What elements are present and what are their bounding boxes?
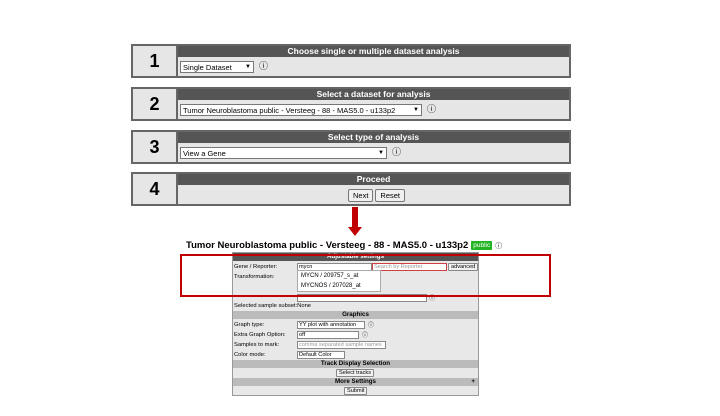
- extra-graph-option-select[interactable]: off: [297, 331, 359, 339]
- info-icon[interactable]: ⓘ: [368, 320, 374, 329]
- select-tracks-button[interactable]: Select tracks: [336, 369, 375, 377]
- step-1-number: 1: [133, 46, 178, 76]
- step-4-title: Proceed: [178, 174, 569, 185]
- public-badge: public: [471, 241, 493, 250]
- analysis-mode-select[interactable]: Single Dataset ▼: [180, 61, 254, 73]
- samples-to-mark-label: Samples to mark:: [234, 342, 280, 348]
- step-1-panel: 1 Choose single or multiple dataset anal…: [131, 44, 571, 78]
- step-2-panel: 2 Select a dataset for analysis Tumor Ne…: [131, 87, 571, 121]
- analysis-type-value: View a Gene: [183, 148, 226, 158]
- more-settings-header[interactable]: More Settings +: [233, 378, 478, 386]
- dataset-select[interactable]: Tumor Neuroblastoma public - Versteeg - …: [180, 104, 422, 116]
- submit-button[interactable]: Submit: [344, 387, 368, 395]
- reset-button[interactable]: Reset: [375, 188, 406, 202]
- track-display-header: Track Display Selection: [233, 360, 478, 368]
- highlight-box: [180, 254, 551, 297]
- info-icon[interactable]: ⓘ: [392, 148, 401, 158]
- step-3-number: 3: [133, 132, 178, 162]
- graph-type-label: Graph type:: [234, 322, 265, 328]
- color-mode-select[interactable]: Default Color: [297, 351, 345, 359]
- color-mode-label: Color mode:: [234, 352, 266, 358]
- expand-plus-icon[interactable]: +: [471, 378, 475, 386]
- step-3-panel: 3 Select type of analysis View a Gene ▼ …: [131, 130, 571, 164]
- step-2-title: Select a dataset for analysis: [178, 89, 569, 100]
- chevron-down-icon: ▼: [245, 64, 251, 70]
- samples-to-mark-input[interactable]: comma separated sample names: [297, 341, 386, 349]
- graph-type-select[interactable]: YY plot with annotation: [297, 321, 365, 329]
- step-3-title: Select type of analysis: [178, 132, 569, 143]
- dataset-select-value: Tumor Neuroblastoma public - Versteeg - …: [183, 105, 396, 115]
- next-button[interactable]: Next: [348, 188, 374, 202]
- info-icon[interactable]: ⓘ: [427, 105, 436, 115]
- analysis-type-select[interactable]: View a Gene ▼: [180, 147, 387, 159]
- down-arrow-shaft: [352, 207, 358, 228]
- dataset-heading: Tumor Neuroblastoma public - Versteeg - …: [186, 240, 502, 251]
- info-icon[interactable]: ⓘ: [495, 241, 502, 251]
- step-2-number: 2: [133, 89, 178, 119]
- chevron-down-icon: ▼: [413, 107, 419, 113]
- sample-subset-text: Selected sample subset:None: [234, 303, 312, 309]
- down-arrow-icon: [348, 227, 362, 236]
- info-icon[interactable]: ⓘ: [362, 330, 368, 339]
- graphics-header: Graphics: [233, 311, 478, 319]
- step-1-title: Choose single or multiple dataset analys…: [178, 46, 569, 57]
- extra-graph-option-label: Extra Graph Option:: [234, 332, 286, 338]
- step-4-panel: 4 Proceed Next Reset: [131, 172, 571, 206]
- info-icon[interactable]: ⓘ: [259, 62, 268, 72]
- step-4-number: 4: [133, 174, 178, 204]
- dataset-title: Tumor Neuroblastoma public - Versteeg - …: [186, 240, 469, 251]
- analysis-mode-value: Single Dataset: [183, 62, 232, 72]
- chevron-down-icon: ▼: [378, 150, 384, 156]
- more-settings-title: More Settings: [335, 378, 376, 385]
